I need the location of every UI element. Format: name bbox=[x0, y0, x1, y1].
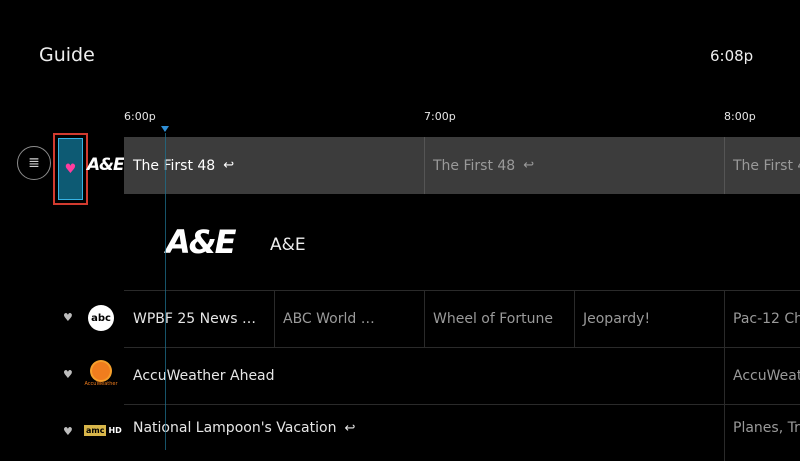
program-title: Planes, Tra bbox=[733, 420, 800, 436]
menu-button[interactable]: ≣ bbox=[17, 146, 51, 180]
program-title: Wheel of Fortune bbox=[433, 311, 553, 327]
channel-row: WPBF 25 News … ABC World … Wheel of Fort… bbox=[124, 290, 800, 347]
sun-icon bbox=[92, 362, 110, 380]
program-cell[interactable]: AccuWeather Ahead bbox=[124, 348, 724, 404]
program-cell[interactable]: Planes, Tra bbox=[724, 405, 800, 451]
channel-logo-amc[interactable]: amc HD bbox=[84, 425, 122, 436]
channel-row: National Lampoon's Vacation ↩ Planes, Tr… bbox=[124, 404, 800, 461]
program-title: ABC World … bbox=[283, 311, 375, 327]
heart-icon: ♥ bbox=[64, 161, 77, 177]
program-cell[interactable]: The First 48 ↩ bbox=[424, 137, 724, 194]
channel-logo-ae[interactable]: A&E bbox=[87, 155, 125, 175]
program-title: National Lampoon's Vacation bbox=[133, 420, 337, 436]
heart-icon[interactable]: ♥ bbox=[63, 311, 73, 324]
rerun-icon: ↩ bbox=[344, 420, 356, 436]
heart-icon[interactable]: ♥ bbox=[63, 368, 73, 381]
program-cell[interactable]: ABC World … bbox=[274, 291, 424, 347]
program-title: Pac-12 Cha bbox=[733, 311, 800, 327]
channel-detail-logo: A&E bbox=[166, 223, 237, 261]
program-cell[interactable]: WPBF 25 News … bbox=[124, 291, 274, 347]
channel-logo-accuweather[interactable]: AccuWeather bbox=[84, 362, 118, 390]
rerun-icon: ↩ bbox=[223, 158, 235, 173]
program-cell[interactable]: AccuWeat bbox=[724, 348, 800, 404]
program-title: AccuWeather Ahead bbox=[133, 368, 275, 384]
program-title: AccuWeat bbox=[733, 368, 800, 384]
program-cell[interactable]: The First 48 ↩ bbox=[124, 137, 424, 194]
program-cell[interactable]: The First 4 bbox=[724, 137, 800, 194]
time-slot-6pm: 6:00p bbox=[124, 110, 156, 123]
rerun-icon: ↩ bbox=[523, 158, 535, 173]
current-time-marker-icon bbox=[161, 126, 169, 132]
current-time-line bbox=[165, 133, 166, 450]
program-title: The First 4 bbox=[733, 157, 800, 174]
program-title: WPBF 25 News … bbox=[133, 311, 256, 327]
page-title: Guide bbox=[39, 44, 95, 66]
menu-icon: ≣ bbox=[28, 155, 40, 171]
channel-logo-abc[interactable]: abc bbox=[88, 305, 114, 331]
program-title: Jeopardy! bbox=[583, 311, 651, 327]
program-cell[interactable]: Pac-12 Cha bbox=[724, 291, 800, 347]
program-cell[interactable]: Jeopardy! bbox=[574, 291, 724, 347]
time-slot-7pm: 7:00p bbox=[424, 110, 456, 123]
time-slot-8pm: 8:00p bbox=[724, 110, 756, 123]
program-cell[interactable]: National Lampoon's Vacation ↩ bbox=[124, 405, 724, 451]
focused-channel-row: The First 48 ↩ The First 48 ↩ The First … bbox=[124, 137, 800, 194]
heart-icon[interactable]: ♥ bbox=[63, 425, 73, 438]
program-cell[interactable]: Wheel of Fortune bbox=[424, 291, 574, 347]
channel-detail-name: A&E bbox=[270, 235, 306, 255]
clock: 6:08p bbox=[710, 47, 754, 65]
program-title: The First 48 bbox=[433, 157, 516, 174]
favorite-toggle-button[interactable]: ♥ bbox=[58, 138, 83, 200]
program-title: The First 48 bbox=[133, 157, 216, 174]
channel-row: AccuWeather Ahead AccuWeat bbox=[124, 347, 800, 404]
